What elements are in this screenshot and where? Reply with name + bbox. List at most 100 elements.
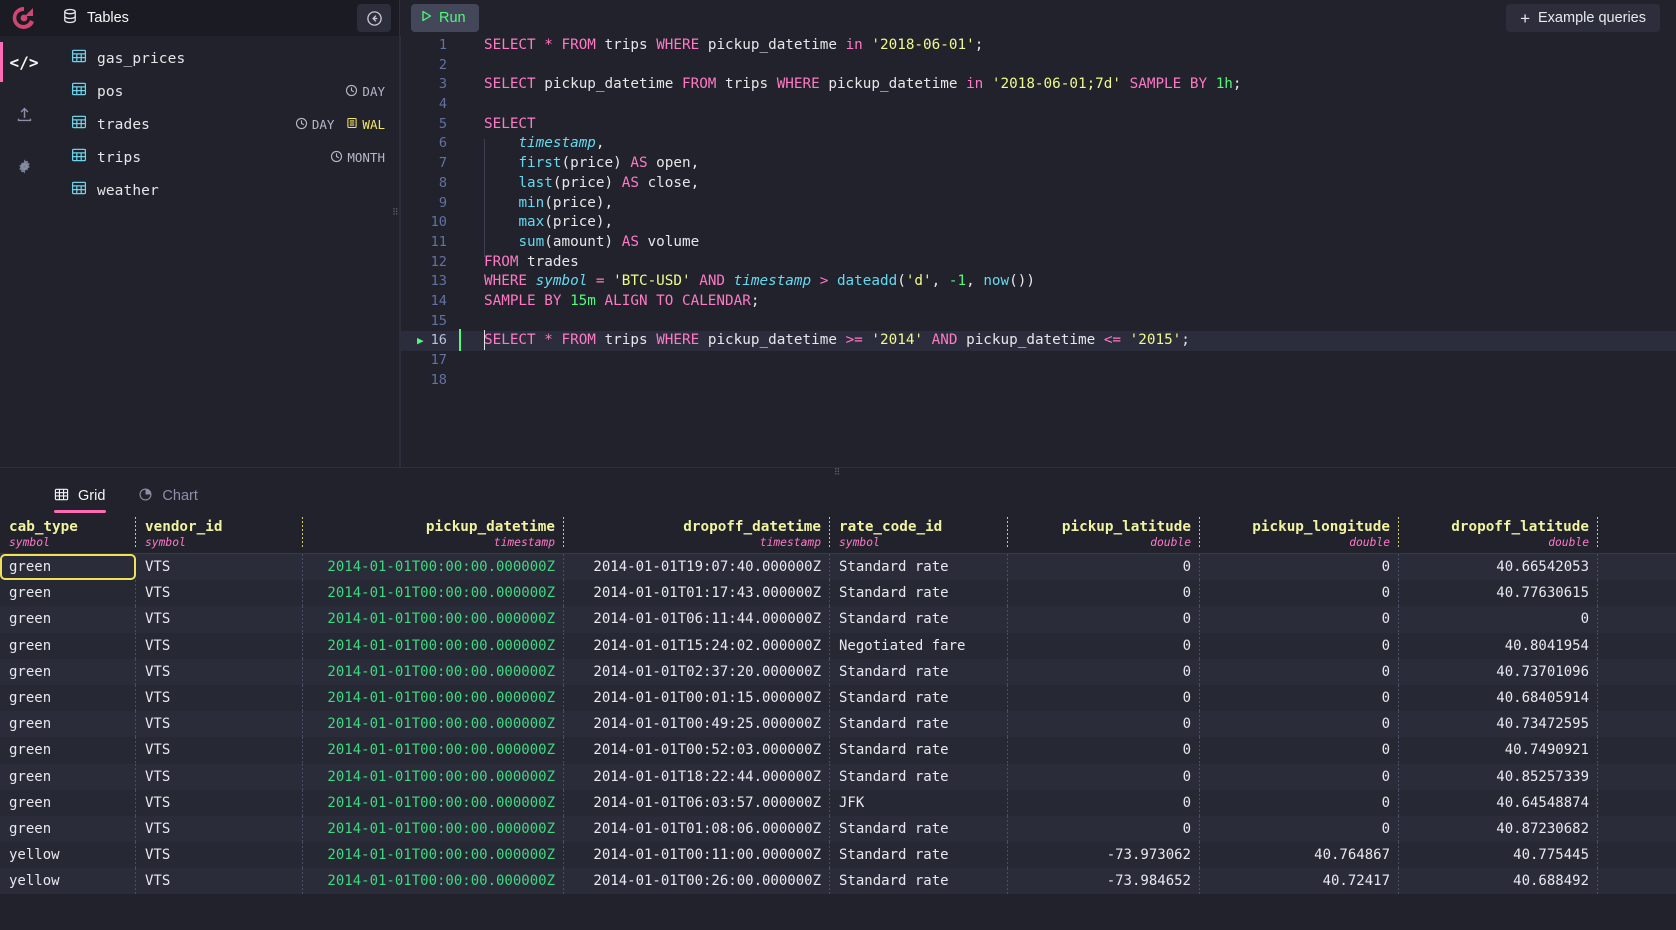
cell-dropoff_latitude[interactable]: 40.688492 bbox=[1399, 868, 1598, 895]
cell-pickup_latitude[interactable]: 0 bbox=[1008, 606, 1200, 633]
cell-vendor_id[interactable]: VTS bbox=[136, 737, 303, 764]
cell-dropoff_datetime[interactable]: 2014-01-01T01:08:06.000000Z bbox=[564, 815, 830, 842]
cell-vendor_id[interactable]: VTS bbox=[136, 554, 303, 581]
column-header-vendor_id[interactable]: vendor_id symbol bbox=[136, 513, 303, 553]
code-line-10[interactable]: 10 max(price), bbox=[401, 213, 1676, 233]
cell-cab_type[interactable]: green bbox=[0, 711, 136, 738]
cell-dropoff_latitude[interactable]: 0 bbox=[1399, 606, 1598, 633]
table-item-trades[interactable]: trades DAY WAL bbox=[48, 108, 399, 141]
table-item-weather[interactable]: weather bbox=[48, 174, 399, 207]
table-item-gas_prices[interactable]: gas_prices bbox=[48, 42, 399, 75]
cell-pickup_longitude[interactable]: 0 bbox=[1200, 815, 1399, 842]
cell-pickup_longitude[interactable]: 40.72417 bbox=[1200, 868, 1399, 895]
cell-pickup_longitude[interactable]: 0 bbox=[1200, 554, 1399, 581]
cell-rate_code_id[interactable]: Standard rate bbox=[830, 606, 1008, 633]
example-queries-button[interactable]: + Example queries bbox=[1506, 4, 1660, 32]
cell-cab_type[interactable]: green bbox=[0, 789, 136, 816]
cell-cab_type[interactable]: green bbox=[0, 815, 136, 842]
cell-pickup_datetime[interactable]: 2014-01-01T00:00:00.000000Z bbox=[303, 868, 564, 895]
cell-dropoff_datetime[interactable]: 2014-01-01T00:52:03.000000Z bbox=[564, 737, 830, 764]
cell-vendor_id[interactable]: VTS bbox=[136, 815, 303, 842]
cell-rate_code_id[interactable]: Standard rate bbox=[830, 554, 1008, 581]
cell-cab_type[interactable]: green bbox=[0, 554, 136, 581]
table-row[interactable]: green VTS 2014-01-01T00:00:00.000000Z 2014-… bbox=[0, 632, 1676, 659]
column-header-pickup_latitude[interactable]: pickup_latitude double bbox=[1008, 513, 1200, 553]
cell-rate_code_id[interactable]: Standard rate bbox=[830, 868, 1008, 895]
cell-rate_code_id[interactable]: Negotiated fare bbox=[830, 632, 1008, 659]
cell-pickup_longitude[interactable]: 0 bbox=[1200, 606, 1399, 633]
cell-pickup_latitude[interactable]: -73.973062 bbox=[1008, 842, 1200, 869]
cell-dropoff_latitude[interactable]: 40.66542053 bbox=[1399, 554, 1598, 581]
table-row[interactable]: green VTS 2014-01-01T00:00:00.000000Z 2014-… bbox=[0, 606, 1676, 633]
cell-cab_type[interactable]: green bbox=[0, 632, 136, 659]
code-line-13[interactable]: 13 WHERE symbol = 'BTC-USD' AND timestamp… bbox=[401, 272, 1676, 292]
cell-rate_code_id[interactable]: Standard rate bbox=[830, 580, 1008, 607]
cell-pickup_latitude[interactable]: 0 bbox=[1008, 815, 1200, 842]
cell-pickup_longitude[interactable]: 0 bbox=[1200, 658, 1399, 685]
code-line-17[interactable]: 17 bbox=[401, 351, 1676, 371]
cell-cab_type[interactable]: green bbox=[0, 737, 136, 764]
table-item-pos[interactable]: pos DAY bbox=[48, 75, 399, 108]
table-row[interactable]: green VTS 2014-01-01T00:00:00.000000Z 2014-… bbox=[0, 789, 1676, 816]
vertical-splitter-handle[interactable]: ⠿ bbox=[392, 208, 400, 224]
code-line-14[interactable]: 14 SAMPLE BY 15m ALIGN TO CALENDAR; bbox=[401, 292, 1676, 312]
cell-pickup_longitude[interactable]: 0 bbox=[1200, 763, 1399, 790]
cell-dropoff_datetime[interactable]: 2014-01-01T00:01:15.000000Z bbox=[564, 685, 830, 712]
column-header-cab_type[interactable]: cab_type symbol bbox=[0, 513, 136, 553]
table-row[interactable]: green VTS 2014-01-01T00:00:00.000000Z 2014-… bbox=[0, 815, 1676, 843]
cell-pickup_latitude[interactable]: 0 bbox=[1008, 685, 1200, 712]
table-row[interactable]: green VTS 2014-01-01T00:00:00.000000Z 2014-… bbox=[0, 711, 1676, 738]
table-row[interactable]: green VTS 2014-01-01T00:00:00.000000Z 2014-… bbox=[0, 580, 1676, 607]
cell-pickup_datetime[interactable]: 2014-01-01T00:00:00.000000Z bbox=[303, 658, 564, 685]
cell-pickup_latitude[interactable]: 0 bbox=[1008, 632, 1200, 659]
cell-pickup_datetime[interactable]: 2014-01-01T00:00:00.000000Z bbox=[303, 842, 564, 869]
cell-cab_type[interactable]: green bbox=[0, 658, 136, 685]
collapse-panel-button[interactable] bbox=[357, 4, 391, 32]
cell-pickup_longitude[interactable]: 0 bbox=[1200, 789, 1399, 816]
cell-pickup_longitude[interactable]: 0 bbox=[1200, 711, 1399, 738]
cell-pickup_datetime[interactable]: 2014-01-01T00:00:00.000000Z bbox=[303, 685, 564, 712]
code-line-7[interactable]: 7 first(price) AS open, bbox=[401, 154, 1676, 174]
cell-pickup_latitude[interactable]: 0 bbox=[1008, 763, 1200, 790]
code-line-9[interactable]: 9 min(price), bbox=[401, 194, 1676, 214]
code-line-16[interactable]: ▶ 16 SELECT * FROM trips WHERE pickup_date… bbox=[401, 329, 1676, 352]
cell-rate_code_id[interactable]: Standard rate bbox=[830, 763, 1008, 790]
table-row[interactable]: green VTS 2014-01-01T00:00:00.000000Z 2014-… bbox=[0, 554, 1676, 581]
code-line-15[interactable]: 15 bbox=[401, 312, 1676, 332]
cell-vendor_id[interactable]: VTS bbox=[136, 842, 303, 869]
table-item-trips[interactable]: trips MONTH bbox=[48, 141, 399, 174]
result-grid[interactable]: cab_type symbol vendor_id symbol pickup_date… bbox=[0, 513, 1676, 930]
cell-pickup_latitude[interactable]: 0 bbox=[1008, 789, 1200, 816]
tab-chart[interactable]: Chart bbox=[134, 479, 212, 513]
cell-rate_code_id[interactable]: Standard rate bbox=[830, 815, 1008, 842]
cell-dropoff_latitude[interactable]: 40.8041954 bbox=[1399, 632, 1598, 659]
column-header-pickup_longitude[interactable]: pickup_longitude double bbox=[1200, 513, 1399, 553]
cell-pickup_latitude[interactable]: 0 bbox=[1008, 554, 1200, 581]
cell-pickup_latitude[interactable]: 0 bbox=[1008, 737, 1200, 764]
tab-grid[interactable]: Grid bbox=[50, 479, 120, 513]
cell-pickup_datetime[interactable]: 2014-01-01T00:00:00.000000Z bbox=[303, 580, 564, 607]
column-header-pickup_datetime[interactable]: pickup_datetime timestamp bbox=[303, 513, 564, 553]
code-line-5[interactable]: 5 SELECT bbox=[401, 115, 1676, 135]
cell-dropoff_datetime[interactable]: 2014-01-01T00:26:00.000000Z bbox=[564, 868, 830, 895]
cell-pickup_datetime[interactable]: 2014-01-01T00:00:00.000000Z bbox=[303, 815, 564, 842]
code-line-3[interactable]: 3 SELECT pickup_datetime FROM trips WHERE… bbox=[401, 75, 1676, 95]
cell-vendor_id[interactable]: VTS bbox=[136, 685, 303, 712]
code-line-4[interactable]: 4 bbox=[401, 95, 1676, 115]
cell-pickup_datetime[interactable]: 2014-01-01T00:00:00.000000Z bbox=[303, 737, 564, 764]
table-row[interactable]: green VTS 2014-01-01T00:00:00.000000Z 2014-… bbox=[0, 763, 1676, 790]
cell-vendor_id[interactable]: VTS bbox=[136, 711, 303, 738]
cell-pickup_longitude[interactable]: 0 bbox=[1200, 632, 1399, 659]
cell-pickup_datetime[interactable]: 2014-01-01T00:00:00.000000Z bbox=[303, 711, 564, 738]
cell-vendor_id[interactable]: VTS bbox=[136, 789, 303, 816]
cell-dropoff_datetime[interactable]: 2014-01-01T15:24:02.000000Z bbox=[564, 632, 830, 659]
cell-dropoff_latitude[interactable]: 40.7490921 bbox=[1399, 737, 1598, 764]
cell-dropoff_latitude[interactable]: 40.73701096 bbox=[1399, 658, 1598, 685]
table-row[interactable]: yellow VTS 2014-01-01T00:00:00.000000Z 2014… bbox=[0, 868, 1676, 895]
run-line-icon[interactable]: ▶ bbox=[417, 331, 424, 351]
rail-item-settings[interactable] bbox=[0, 140, 48, 192]
cell-dropoff_datetime[interactable]: 2014-01-01T06:11:44.000000Z bbox=[564, 606, 830, 633]
cell-pickup_datetime[interactable]: 2014-01-01T00:00:00.000000Z bbox=[303, 789, 564, 816]
column-header-rate_code_id[interactable]: rate_code_id symbol bbox=[830, 513, 1008, 553]
cell-dropoff_latitude[interactable]: 40.68405914 bbox=[1399, 685, 1598, 712]
